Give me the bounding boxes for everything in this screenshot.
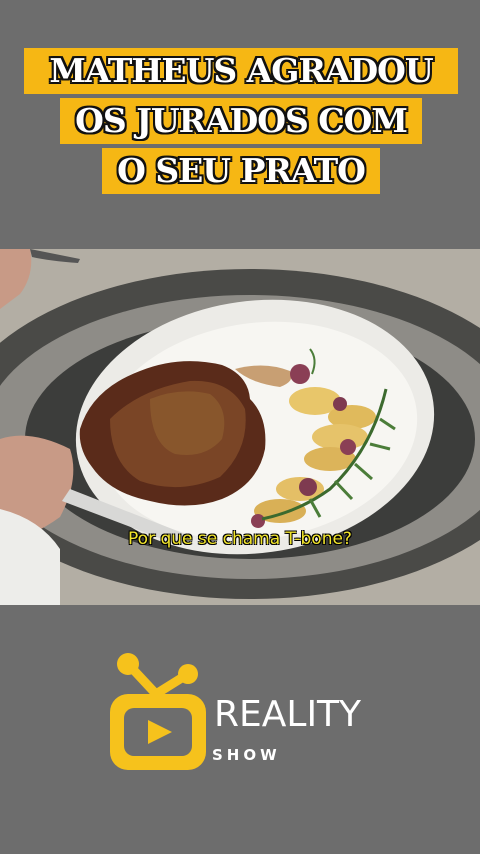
logo-brand-text: REALITY xyxy=(214,694,362,735)
video-subtitle: Por que se chama T-bone? xyxy=(128,529,352,549)
plated-steak-image xyxy=(0,249,480,605)
logo-tagline-text: SHOW xyxy=(212,746,281,764)
headline-line-1: MATHEUS AGRADOU xyxy=(24,48,458,94)
headline-line-3: O SEU PRATO xyxy=(102,148,380,194)
reality-show-logo: REALITY SHOW xyxy=(104,652,374,782)
tv-play-icon xyxy=(110,653,206,770)
video-frame[interactable]: Por que se chama T-bone? xyxy=(0,249,480,605)
headline-line-2: OS JURADOS COM xyxy=(60,98,422,144)
headline-banner: MATHEUS AGRADOU OS JURADOS COM O SEU PRA… xyxy=(24,48,458,198)
